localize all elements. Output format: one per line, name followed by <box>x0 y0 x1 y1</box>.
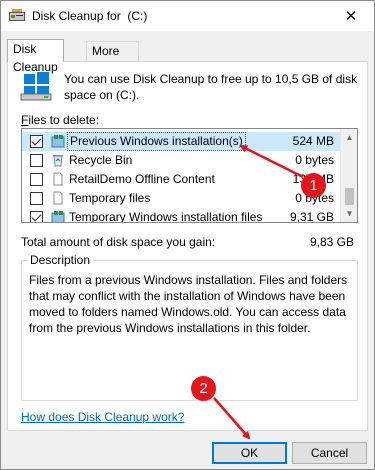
scroll-thumb[interactable] <box>345 188 354 205</box>
scroll-up-icon[interactable]: ▲ <box>341 129 357 146</box>
list-item[interactable]: RetailDemo Offline Content 137 MB <box>22 170 340 189</box>
scroll-down-icon[interactable]: ▼ <box>341 205 357 222</box>
blank-page-icon <box>53 172 63 186</box>
windows-installation-icon <box>51 135 65 148</box>
annotation-badge-2: 2 <box>191 376 216 401</box>
description-text: Files from a previous Windows installati… <box>29 273 348 335</box>
checkbox[interactable] <box>30 135 43 148</box>
checkbox[interactable] <box>30 154 43 167</box>
help-link[interactable]: How does Disk Cleanup work? <box>21 410 184 424</box>
list-item-name: Recycle Bin <box>69 153 133 167</box>
files-to-delete-label: Files to delete: <box>21 113 99 127</box>
windows-installation-icon <box>51 211 65 222</box>
list-item-name: RetailDemo Offline Content <box>69 172 215 186</box>
checkbox[interactable] <box>30 211 43 222</box>
list-item[interactable]: Temporary files 0 bytes <box>22 189 340 208</box>
close-button[interactable]: ✕ <box>328 1 374 31</box>
cancel-button[interactable]: Cancel <box>292 442 367 464</box>
checkbox[interactable] <box>30 173 43 186</box>
window-title: Disk Cleanup for (C:) <box>32 9 148 23</box>
list-scrollbar[interactable]: ▲ ▼ <box>340 129 357 222</box>
title-bar: Disk Cleanup for (C:) ✕ <box>1 1 374 31</box>
disk-cleanup-icon <box>9 9 25 21</box>
description-group: Description Files from a previous Window… <box>21 253 358 401</box>
list-item[interactable]: Recycle Bin 0 bytes <box>22 151 340 170</box>
close-icon: ✕ <box>344 8 358 25</box>
list-item-size: 0 bytes <box>295 153 334 167</box>
list-item[interactable]: Temporary Windows installation files 9,3… <box>22 208 340 223</box>
total-space-value: 9,83 GB <box>309 235 354 249</box>
list-item-name: Temporary Windows installation files <box>69 210 263 223</box>
list-item[interactable]: Previous Windows installation(s) 524 MB <box>22 132 340 151</box>
intro-text: You can use Disk Cleanup to free up to 1… <box>64 72 358 102</box>
annotation-badge-1: 1 <box>301 173 326 198</box>
list-item-name: Temporary files <box>69 191 151 205</box>
tab-disk-cleanup[interactable]: Disk Cleanup <box>7 39 64 74</box>
tab-more-options[interactable]: More Options <box>86 41 140 76</box>
disk-cleanup-window: Disk Cleanup for (C:) ✕ Disk Cleanup Mor… <box>0 0 375 470</box>
total-space-label: Total amount of disk space you gain: <box>21 235 216 249</box>
checkbox[interactable] <box>30 192 43 205</box>
list-item-size: 524 MB <box>292 134 334 148</box>
blank-page-icon <box>53 191 63 205</box>
recycle-bin-icon <box>53 155 63 167</box>
files-label-rest: iles to delete: <box>28 113 100 127</box>
ok-button[interactable]: OK <box>212 442 287 464</box>
description-legend: Description <box>27 253 94 267</box>
list-item-size: 9,31 GB <box>289 210 334 223</box>
list-item-name: Previous Windows installation(s) <box>67 132 246 151</box>
disk-cleanup-panel: You can use Disk Cleanup to free up to 1… <box>7 61 368 431</box>
